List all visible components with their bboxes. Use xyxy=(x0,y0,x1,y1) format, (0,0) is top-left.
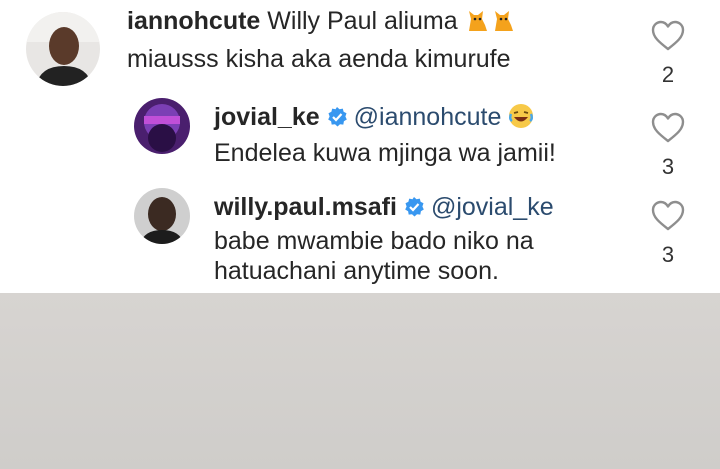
like-count: 3 xyxy=(661,154,675,179)
comment-jovial_ke: jovial_ke @iannohcute Endelea kuwa mjinga… xyxy=(0,90,720,180)
bottom-blank-panel xyxy=(0,293,720,469)
verified-badge-icon xyxy=(326,105,348,135)
comment-text: iannohcute Willy Paul aliuma xyxy=(127,6,517,40)
like-button[interactable]: 2 xyxy=(648,20,688,88)
cat-emoji xyxy=(465,7,491,40)
like-count: 2 xyxy=(661,62,675,87)
like-count: 3 xyxy=(661,242,675,267)
comment-willy-paul-msafi: willy.paul.msafi @jovial_ke babe mwambie … xyxy=(0,180,720,290)
comment-body-line1: Endelea kuwa mjinga wa jamii! xyxy=(214,139,556,167)
heart-icon[interactable] xyxy=(651,20,685,52)
heart-icon[interactable] xyxy=(651,112,685,144)
comment-text: jovial_ke @iannohcute xyxy=(214,102,534,136)
avatar[interactable] xyxy=(134,188,190,244)
like-button[interactable]: 3 xyxy=(648,112,688,180)
mention-link[interactable]: @iannohcute xyxy=(354,103,502,131)
mention-link[interactable]: @jovial_ke xyxy=(431,193,554,221)
cat-emoji xyxy=(491,7,517,40)
comment-username[interactable]: jovial_ke xyxy=(214,103,320,131)
heart-icon[interactable] xyxy=(651,200,685,232)
comment-body-line1: Willy Paul aliuma xyxy=(267,7,458,35)
laughing-emoji xyxy=(508,103,534,136)
comment-body-line1: babe mwambie bado niko na xyxy=(214,227,534,255)
comment-username[interactable]: iannohcute xyxy=(127,7,260,35)
comment-body-line2: hatuachani anytime soon. xyxy=(214,257,499,285)
verified-badge-icon xyxy=(403,195,425,225)
comment-iannohcute: iannohcute Willy Paul aliuma miausss kis… xyxy=(0,0,720,90)
avatar[interactable] xyxy=(26,12,100,86)
avatar[interactable] xyxy=(134,98,190,154)
comment-username[interactable]: willy.paul.msafi xyxy=(214,193,397,221)
comment-body-line2: miausss kisha aka aenda kimurufe xyxy=(127,45,511,73)
comment-text: willy.paul.msafi @jovial_ke xyxy=(214,192,554,225)
like-button[interactable]: 3 xyxy=(648,200,688,268)
